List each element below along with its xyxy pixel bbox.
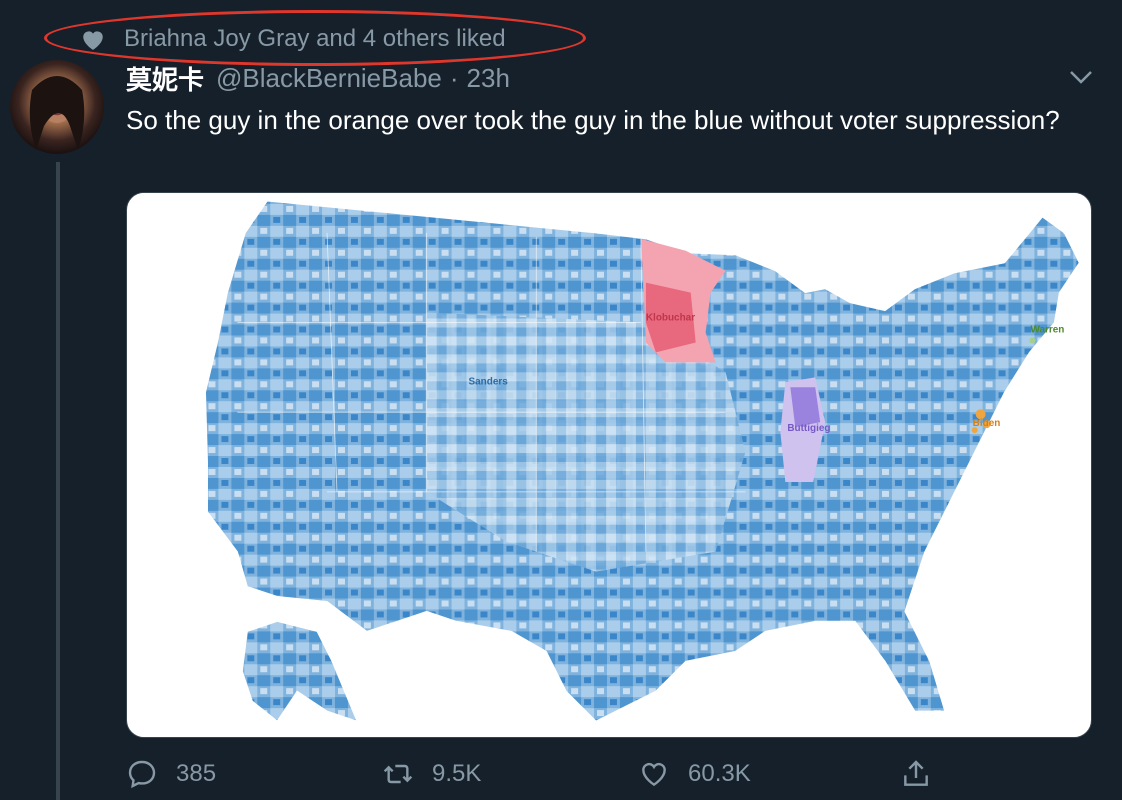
chevron-down-icon[interactable] bbox=[1066, 62, 1096, 92]
like-count: 60.3K bbox=[688, 760, 751, 787]
retweet-count: 9.5K bbox=[432, 760, 482, 787]
retweet-button[interactable]: 9.5K bbox=[382, 752, 481, 796]
map-label-warren: Warren bbox=[1030, 324, 1064, 335]
tweet-actions: 385 9.5K 60.3K bbox=[126, 752, 946, 796]
separator-dot: · bbox=[449, 62, 459, 93]
map-label-sanders: Sanders bbox=[469, 376, 509, 387]
social-context-text: Briahna Joy Gray and 4 others liked bbox=[124, 25, 506, 52]
map-label-biden: Biden bbox=[973, 418, 1001, 429]
author-name[interactable]: 莫妮卡 bbox=[126, 60, 204, 97]
thread-line bbox=[56, 162, 60, 800]
avatar[interactable] bbox=[10, 60, 104, 154]
retweet-icon bbox=[383, 764, 413, 784]
tweet-text: So the guy in the orange over took the g… bbox=[126, 105, 1060, 135]
like-button[interactable]: 60.3K bbox=[638, 752, 751, 796]
reply-count: 385 bbox=[176, 760, 217, 787]
tweet-media-map[interactable]: Sanders Klobuchar Warren Buttigieg Biden bbox=[126, 192, 1092, 738]
reply-icon bbox=[128, 760, 156, 789]
social-context[interactable]: Briahna Joy Gray and 4 others liked bbox=[80, 22, 506, 56]
map-label-buttigieg: Buttigieg bbox=[787, 423, 830, 434]
reply-button[interactable]: 385 bbox=[126, 752, 216, 796]
share-button[interactable] bbox=[900, 752, 950, 796]
share-icon bbox=[904, 760, 928, 786]
timestamp[interactable]: 23h bbox=[467, 63, 510, 94]
author-handle[interactable]: @BlackBernieBabe bbox=[216, 63, 442, 94]
map-image: Sanders Klobuchar Warren Buttigieg Biden bbox=[127, 193, 1091, 737]
tweet-header: 莫妮卡 @BlackBernieBabe · 23h bbox=[126, 60, 510, 96]
heart-icon bbox=[83, 31, 103, 50]
like-icon bbox=[642, 762, 666, 787]
map-label-klobuchar: Klobuchar bbox=[646, 313, 695, 324]
